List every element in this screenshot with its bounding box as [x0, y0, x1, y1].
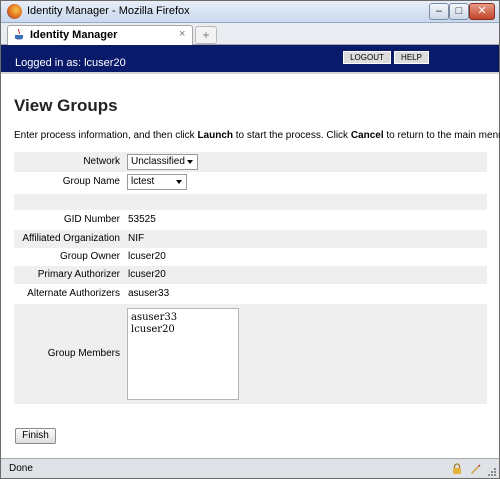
list-item[interactable]: lcuser20 [131, 324, 235, 336]
gid-number-row: GID Number 53525 [14, 211, 487, 229]
help-button[interactable]: HELP [394, 51, 429, 64]
primary-authorizer-value: lcuser20 [128, 269, 166, 280]
new-tab-button[interactable]: + [195, 26, 217, 44]
primary-authorizer-row: Primary Authorizer lcuser20 [14, 266, 487, 284]
logout-button[interactable]: LOGOUT [343, 51, 391, 64]
maximize-button[interactable]: □ [449, 3, 469, 20]
main-content: View Groups Enter process information, a… [1, 76, 500, 458]
tab-strip: Identity Manager × + [1, 23, 499, 45]
tab-identity-manager[interactable]: Identity Manager × [7, 25, 193, 45]
network-select[interactable]: Unclassified [127, 154, 198, 170]
spacer-row [14, 194, 487, 210]
affiliated-org-value: NIF [128, 233, 145, 244]
group-owner-value: lcuser20 [128, 251, 166, 262]
group-members-row: Group Members asuser33 lcuser20 [14, 304, 487, 404]
logged-in-text: Logged in as: lcuser20 [15, 57, 126, 69]
group-members-label: Group Members [47, 348, 120, 359]
java-cup-icon [15, 29, 23, 40]
app-header: Logged in as: lcuser20 LOGOUT HELP [1, 45, 499, 74]
status-text: Done [9, 463, 33, 474]
finish-button[interactable]: Finish [15, 428, 56, 444]
group-name-row: Group Name lctest [14, 172, 487, 192]
group-name-label: Group Name [62, 176, 120, 187]
firefox-icon [7, 4, 22, 19]
affiliated-org-label: Affiliated Organization [22, 233, 120, 244]
alternate-authorizers-value: asuser33 [128, 288, 170, 299]
group-members-listbox[interactable]: asuser33 lcuser20 [127, 308, 239, 400]
lock-icon [453, 463, 461, 474]
instructions-text: Enter process information, and then clic… [14, 130, 500, 141]
chevron-down-icon [176, 180, 182, 184]
window-title: Identity Manager - Mozilla Firefox [27, 5, 190, 17]
tab-label: Identity Manager [30, 29, 118, 41]
network-row: Network Unclassified [14, 152, 487, 172]
pencil-icon[interactable] [469, 463, 481, 475]
affiliated-org-row: Affiliated Organization NIF [14, 230, 487, 248]
group-owner-label: Group Owner [59, 251, 120, 262]
group-owner-row: Group Owner lcuser20 [14, 248, 487, 266]
chevron-down-icon [187, 160, 193, 164]
gid-number-label: GID Number [63, 214, 120, 225]
close-button[interactable]: ✕ [469, 3, 495, 20]
minimize-button[interactable]: – [429, 3, 449, 20]
browser-window: Identity Manager - Mozilla Firefox – □ ✕… [0, 0, 500, 479]
status-bar: Done [1, 458, 499, 478]
primary-authorizer-label: Primary Authorizer [37, 269, 120, 280]
alternate-authorizers-row: Alternate Authorizers asuser33 [14, 285, 487, 303]
title-bar: Identity Manager - Mozilla Firefox – □ ✕ [1, 1, 499, 23]
tab-close-icon[interactable]: × [179, 28, 185, 40]
resize-grip-icon[interactable] [487, 467, 497, 477]
alternate-authorizers-label: Alternate Authorizers [27, 288, 120, 299]
group-name-select[interactable]: lctest [127, 174, 187, 190]
gid-number-value: 53525 [128, 214, 156, 225]
list-item[interactable]: asuser33 [131, 312, 235, 324]
page-title: View Groups [14, 96, 118, 115]
network-label: Network [83, 156, 120, 167]
